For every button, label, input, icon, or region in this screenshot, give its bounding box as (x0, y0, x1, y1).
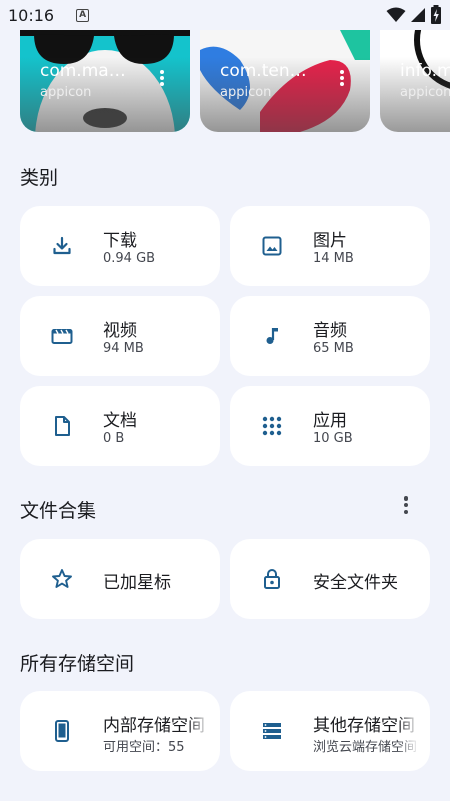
more-options-icon[interactable] (336, 68, 348, 92)
category-size: 14 MB (313, 251, 354, 266)
category-size: 0.94 GB (103, 251, 156, 266)
category-size: 65 MB (313, 341, 354, 356)
section-title-categories: 类别 (20, 167, 59, 189)
recent-file-card[interactable]: com.ma… appicon (20, 30, 190, 132)
image-icon (262, 236, 282, 256)
category-label: 视频 (103, 321, 137, 341)
recent-file-card[interactable]: info.m… appicon (380, 30, 450, 132)
recent-file-card[interactable]: com.ten… appicon (200, 30, 370, 132)
collection-label: 安全文件夹 (313, 573, 398, 593)
recent-files-strip[interactable]: com.ma… appicon com.ten… appicon info.m…… (0, 30, 450, 133)
category-label: 文档 (103, 411, 137, 431)
storage-icon (263, 723, 281, 739)
storage-other[interactable]: 其他存储空间 浏览云端存储空间 (230, 691, 430, 771)
storage-free-space: 可用空间：55 (103, 740, 185, 755)
star-icon (52, 569, 72, 588)
more-options-icon[interactable] (400, 494, 412, 518)
category-downloads[interactable]: 下载 0.94 GB (20, 206, 220, 286)
collection-safe-folder[interactable]: 安全文件夹 (230, 539, 430, 619)
music-note-icon (266, 328, 278, 344)
category-size: 94 MB (103, 341, 144, 356)
battery-icon (431, 5, 441, 24)
category-label: 应用 (313, 411, 347, 431)
recent-file-name: com.ma… (40, 61, 126, 81)
status-bar: 10:16 A (0, 0, 450, 30)
recent-file-folder: appicon (220, 85, 272, 100)
category-size: 0 B (103, 431, 125, 446)
phone-icon (55, 720, 69, 742)
recent-file-folder: appicon (40, 85, 92, 100)
wifi-icon (386, 7, 406, 22)
category-size: 10 GB (313, 431, 353, 446)
signal-icon (411, 8, 425, 22)
lock-icon (264, 569, 280, 589)
category-videos[interactable]: 视频 94 MB (20, 296, 220, 376)
movie-icon (51, 329, 73, 344)
category-label: 音频 (313, 321, 347, 341)
category-documents[interactable]: 文档 0 B (20, 386, 220, 466)
section-title-storage: 所有存储空间 (20, 653, 135, 675)
category-apps[interactable]: 应用 10 GB (230, 386, 430, 466)
status-time: 10:16 (8, 5, 55, 25)
collection-starred[interactable]: 已加星标 (20, 539, 220, 619)
category-label: 图片 (313, 231, 347, 251)
notification-a-icon: A (76, 8, 90, 22)
recent-file-name: com.ten… (220, 61, 307, 81)
more-options-icon[interactable] (156, 68, 168, 92)
storage-description: 浏览云端存储空间 (313, 740, 418, 755)
category-images[interactable]: 图片 14 MB (230, 206, 430, 286)
recent-file-name: info.m… (400, 61, 450, 81)
storage-label: 内部存储空间 (103, 716, 205, 736)
apps-grid-icon (262, 416, 282, 436)
collection-label: 已加星标 (103, 573, 171, 593)
category-label: 下载 (103, 231, 137, 251)
download-icon (53, 236, 71, 255)
recent-file-folder: appicon (400, 85, 450, 100)
category-audio[interactable]: 音频 65 MB (230, 296, 430, 376)
storage-label: 其他存储空间 (313, 716, 415, 736)
storage-internal[interactable]: 内部存储空间 可用空间：55 (20, 691, 220, 771)
document-icon (55, 416, 70, 436)
section-title-collections: 文件合集 (20, 500, 97, 522)
